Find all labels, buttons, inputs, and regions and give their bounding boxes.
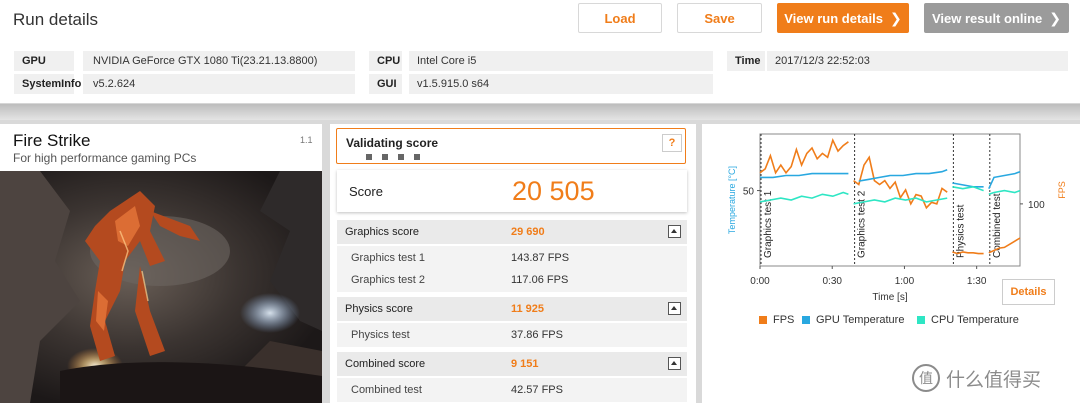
gpu-value-cell: NVIDIA GeForce GTX 1080 Ti(23.21.13.8800…: [83, 51, 355, 71]
save-button[interactable]: Save: [677, 3, 762, 33]
gui-label-cell: GUI: [369, 74, 402, 94]
watermark-logo-icon: 值: [912, 364, 940, 392]
graphics-score-value: 29 690: [511, 226, 545, 238]
y-axis-label-left: Temperature [°C]: [727, 166, 737, 234]
gui-value-cell: v1.5.915.0 s64: [409, 74, 713, 94]
collapse-physics-toggle[interactable]: [668, 302, 681, 315]
score-value: 20 505: [512, 176, 595, 206]
x-tick-label: 1:30: [967, 276, 987, 287]
loading-indicator: [366, 154, 420, 160]
cpu-temp-swatch: [917, 316, 925, 324]
gpu-temperature-line: [952, 182, 984, 188]
benchmark-panel: Fire Strike For high performance gaming …: [0, 124, 322, 403]
combined-test-row: Combined test 42.57 FPS: [337, 378, 687, 402]
benchmark-artwork: [0, 171, 322, 403]
graphics-score-label: Graphics score: [345, 226, 419, 238]
section-divider: [0, 104, 1080, 120]
legend-fps-label: FPS: [773, 314, 795, 326]
watermark-text: 什么值得买: [946, 369, 1042, 391]
legend-cpu-temp-label: CPU Temperature: [931, 314, 1019, 326]
score-label: Score: [349, 184, 383, 199]
x-tick-label: 0:00: [750, 276, 770, 287]
legend-gpu-temp-label: GPU Temperature: [816, 314, 905, 326]
gpu-temp-swatch: [802, 316, 810, 324]
time-value-cell: 2017/12/3 22:52:03: [767, 51, 1068, 71]
graphics-test-2-label: Graphics test 2: [351, 274, 425, 286]
physics-score-label: Physics score: [345, 303, 413, 315]
fps-series-line: [759, 137, 849, 175]
legend-gpu-temp: GPU Temperature: [802, 313, 904, 327]
page-title: Run details: [13, 10, 99, 29]
physics-test-row: Physics test 37.86 FPS: [337, 323, 687, 347]
combined-test-value: 42.57 FPS: [511, 384, 563, 396]
benchmark-title: Fire Strike: [13, 131, 91, 150]
section-label: Graphics test 2: [857, 190, 868, 258]
section-label: Physics test: [955, 204, 966, 258]
system-info-panel: GPU NVIDIA GeForce GTX 1080 Ti(23.21.13.…: [0, 40, 1080, 104]
time-label-cell: Time: [727, 51, 765, 71]
gpu-temperature-line: [988, 170, 1021, 190]
graphics-score-row: Graphics score 29 690: [337, 220, 687, 244]
view-run-details-button[interactable]: View run details ❯: [777, 3, 909, 33]
cpu-label-cell: CPU: [369, 51, 402, 71]
systeminfo-value-cell: v5.2.624: [83, 74, 355, 94]
y-axis-label-right: FPS: [1057, 181, 1067, 199]
physics-score-row: Physics score 11 925: [337, 297, 687, 321]
header-bar: Run details Load Save View run details ❯ …: [0, 0, 1080, 40]
x-tick-label: 0:30: [822, 276, 842, 287]
x-tick-label: 1:00: [895, 276, 915, 287]
benchmark-version: 1.1: [300, 135, 313, 145]
graphics-test-2-value: 117.06 FPS: [511, 274, 569, 286]
collapse-graphics-toggle[interactable]: [668, 225, 681, 238]
graphics-test-1-row: Graphics test 1 143.87 FPS: [337, 246, 687, 270]
chevron-right-icon: ❯: [1049, 9, 1062, 26]
physics-score-value: 11 925: [511, 303, 545, 315]
y-right-tick-label: 100: [1028, 200, 1045, 211]
details-button[interactable]: Details: [1002, 279, 1055, 305]
cpu-value-cell: Intel Core i5: [409, 51, 713, 71]
site-watermark: 值 什么值得买: [912, 364, 1041, 392]
overall-score-card: Score 20 505: [337, 170, 687, 212]
legend-cpu-temp: CPU Temperature: [917, 313, 1019, 327]
legend-fps: FPS: [759, 313, 794, 327]
x-axis-label: Time [s]: [872, 292, 907, 303]
graphics-test-2-row: Graphics test 2 117.06 FPS: [337, 268, 687, 292]
graphics-test-1-label: Graphics test 1: [351, 252, 425, 264]
combined-test-label: Combined test: [351, 384, 422, 396]
physics-test-value: 37.86 FPS: [511, 329, 563, 341]
benchmark-subtitle: For high performance gaming PCs: [13, 151, 197, 165]
chevron-right-icon: ❯: [890, 9, 902, 26]
combined-score-value: 9 151: [511, 358, 539, 370]
y-left-tick-label: 50: [743, 187, 755, 198]
gpu-label-cell: GPU: [14, 51, 74, 71]
fps-swatch: [759, 316, 767, 324]
validation-label: Validating score: [346, 136, 439, 150]
combined-score-row: Combined score 9 151: [337, 352, 687, 376]
physics-test-label: Physics test: [351, 329, 410, 341]
systeminfo-label-cell: SystemInfo: [14, 74, 81, 94]
view-result-online-button[interactable]: View result online ❯: [924, 3, 1069, 33]
gpu-temperature-line: [760, 172, 849, 179]
validation-status: Validating score ?: [336, 128, 686, 164]
help-button[interactable]: ?: [662, 134, 682, 152]
collapse-combined-toggle[interactable]: [668, 357, 681, 370]
combined-score-label: Combined score: [345, 358, 426, 370]
fire-strike-illustration: [0, 171, 322, 403]
load-button[interactable]: Load: [578, 3, 662, 33]
graphics-test-1-value: 143.87 FPS: [511, 252, 570, 264]
